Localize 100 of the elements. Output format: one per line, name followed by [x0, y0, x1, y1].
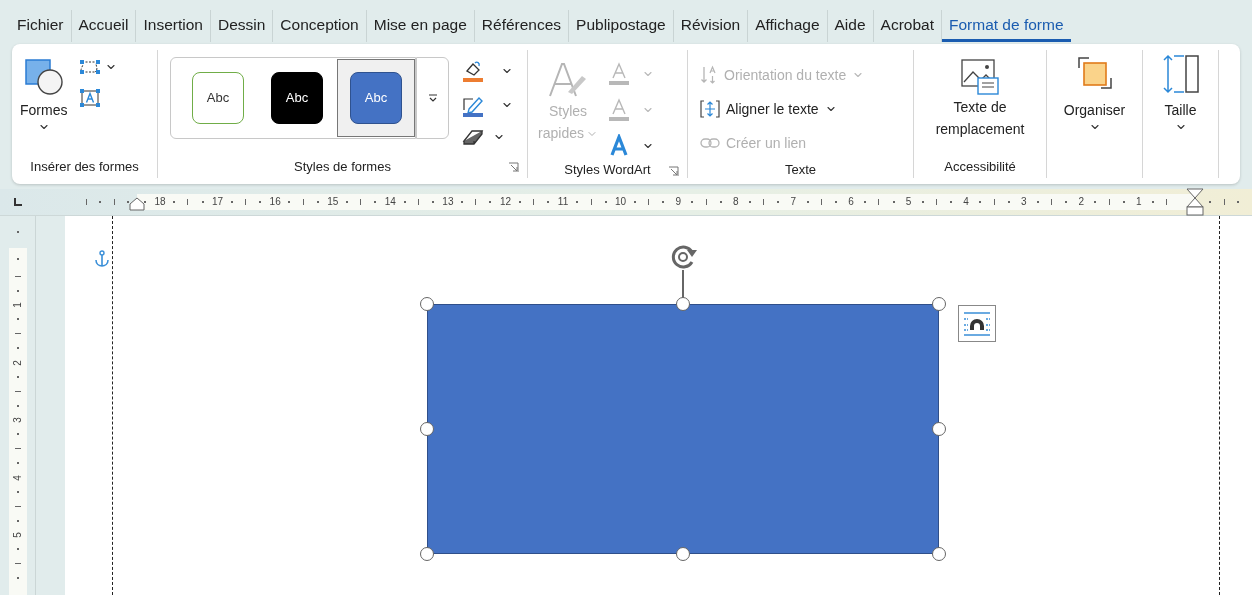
ruler-number: 6: [847, 197, 855, 207]
ruler-number: 12: [498, 197, 513, 207]
anchor-icon: [94, 250, 110, 268]
ribbon-tab[interactable]: Acrobat: [873, 10, 941, 42]
ruler-tick: [16, 347, 19, 350]
ruler-number: 3: [10, 416, 24, 425]
ruler-tick: [892, 201, 895, 203]
ruler-tick: [127, 201, 129, 203]
ruler-tick: [16, 404, 19, 407]
dialog-launcher-icon[interactable]: [508, 162, 519, 173]
group-label: Styles de formes: [294, 158, 391, 177]
underlined-letter-icon: [608, 62, 630, 86]
ruler-number: 1: [10, 301, 24, 310]
ruler-tick: [662, 201, 665, 203]
ruler-tick: [230, 201, 233, 203]
ribbon-tab[interactable]: Affichage: [748, 10, 827, 42]
ruler-number: 1: [1135, 197, 1143, 207]
text-box-icon: [79, 88, 102, 108]
ruler-tick: [288, 201, 291, 203]
group-label: Insérer des formes: [30, 158, 139, 177]
resize-handle[interactable]: [676, 547, 690, 561]
shape-style-preset[interactable]: Abc: [337, 59, 415, 137]
ruler-tick: [144, 201, 146, 203]
ruler-tick: [201, 201, 204, 203]
ruler-tick: [16, 462, 19, 465]
layout-options-button[interactable]: [958, 305, 996, 342]
preset-swatch: Abc: [350, 72, 402, 124]
ribbon-tab[interactable]: Mise en page: [366, 10, 474, 42]
ribbon-tab[interactable]: Dessin: [210, 10, 273, 42]
shapes-button[interactable]: Formes: [20, 58, 68, 133]
ruler-tick: [16, 257, 19, 260]
ruler-tick: [345, 201, 348, 203]
ribbon-tab[interactable]: Aide: [827, 10, 873, 42]
ruler-number: 3: [1019, 197, 1028, 207]
ribbon-tab[interactable]: Fichier: [10, 10, 71, 42]
ruler-number: 13: [441, 197, 455, 207]
ribbon-tab[interactable]: Insertion: [136, 10, 210, 42]
left-indent-marker[interactable]: [129, 197, 145, 211]
ruler-tick: [777, 201, 780, 203]
ruler-tick: [1237, 201, 1239, 203]
link-icon: [700, 136, 720, 150]
ruler-tick: [1209, 201, 1211, 203]
ruler-tick: [1122, 201, 1125, 203]
ruler-tick: [950, 201, 953, 203]
shapes-icon: [23, 58, 64, 96]
ruler-tick: [834, 201, 837, 203]
text-command[interactable]: Aligner le texte: [696, 92, 869, 126]
edit-shape-button[interactable]: [79, 58, 118, 76]
paint-bucket-icon: [461, 59, 485, 83]
resize-handle[interactable]: [676, 297, 690, 311]
ruler-tick: [604, 201, 607, 203]
ruler-number: 10: [614, 197, 628, 207]
ruler-tick: [374, 201, 377, 203]
ribbon-tab[interactable]: Publipostage: [569, 10, 673, 42]
ruler-tick: [245, 199, 247, 205]
preset-swatch: Abc: [271, 72, 323, 124]
ruler-tick: [16, 577, 19, 580]
shape-fill-button[interactable]: [461, 59, 513, 83]
ruler-tick: [719, 201, 722, 203]
resize-handle[interactable]: [420, 422, 434, 436]
ruler-tick: [316, 201, 319, 203]
ruler-tick: [748, 201, 751, 203]
ruler-tick: [806, 201, 809, 203]
ruler-tick: [302, 199, 304, 205]
ruler-tick: [878, 199, 880, 205]
ruler-number: 2: [1077, 197, 1086, 207]
ribbon-tab[interactable]: Accueil: [71, 10, 136, 42]
ribbon-tab[interactable]: Références: [474, 10, 569, 42]
ruler-tick: [16, 318, 19, 321]
ruler-tick: [16, 490, 19, 493]
shape-style-preset[interactable]: Abc: [179, 59, 257, 137]
tab-stop-icon[interactable]: [12, 197, 23, 207]
ruler-number: 7: [789, 197, 798, 207]
shape-style-preset[interactable]: Abc: [258, 59, 336, 137]
ruler-tick: [1094, 201, 1097, 203]
resize-handle[interactable]: [932, 297, 946, 311]
resize-handle[interactable]: [420, 297, 434, 311]
ruler-tick: [820, 199, 822, 205]
ruler-tick: [532, 199, 534, 205]
ruler-tick: [489, 201, 492, 203]
resize-handle[interactable]: [932, 547, 946, 561]
ribbon-tab[interactable]: Conception: [273, 10, 366, 42]
ruler-number: 8: [732, 197, 740, 207]
ruler-tick: [518, 201, 521, 203]
expand-gallery-icon: [427, 93, 438, 103]
ruler-tick: [173, 201, 176, 203]
alt-text-button[interactable]: Texte de remplacement: [922, 54, 1038, 140]
ruler-tick: [360, 199, 362, 205]
arrange-button[interactable]: Organiser: [1055, 54, 1134, 133]
ruler-tick: [14, 276, 21, 278]
ruler-tick: [691, 201, 694, 203]
dialog-launcher-icon[interactable]: [668, 166, 679, 177]
ruler-number: 14: [383, 197, 397, 207]
resize-handle[interactable]: [932, 422, 946, 436]
ribbon-tab[interactable]: Révision: [673, 10, 748, 42]
resize-handle[interactable]: [420, 547, 434, 561]
glowing-letter-icon: [608, 134, 630, 158]
ruler-tick: [16, 375, 19, 378]
size-button[interactable]: Taille: [1151, 54, 1210, 133]
right-indent-marker[interactable]: [1186, 188, 1204, 216]
